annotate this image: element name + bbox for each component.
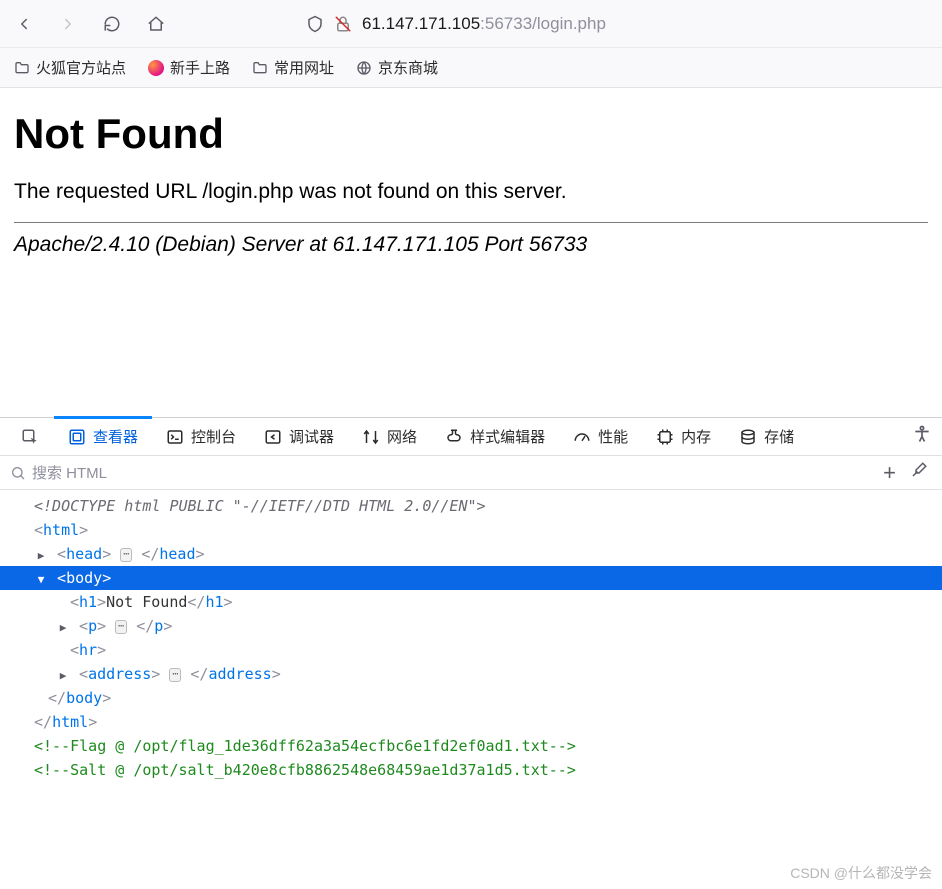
bookmark-label: 新手上路 [170, 57, 230, 78]
home-button[interactable] [142, 10, 170, 38]
tree-head[interactable]: ▶ <head> ⋯ </head> [0, 542, 942, 566]
devtools-panel: 查看器 控制台 调试器 网络 样式编辑器 性能 内存 存储 [0, 417, 942, 790]
tree-html-close[interactable]: </html> [0, 710, 942, 734]
watermark: CSDN @什么都没学会 [790, 863, 932, 883]
nav-back-button[interactable] [10, 10, 38, 38]
bookmark-item[interactable]: 新手上路 [148, 57, 230, 78]
devtools-tab-inspector[interactable]: 查看器 [54, 418, 152, 455]
folder-icon [252, 60, 268, 76]
devtools-tab-memory[interactable]: 内存 [642, 418, 725, 455]
html-tree[interactable]: <!DOCTYPE html PUBLIC "-//IETF//DTD HTML… [0, 490, 942, 790]
devtools-search-row: 搜索 HTML + [0, 456, 942, 490]
bookmark-label: 火狐官方站点 [36, 57, 126, 78]
devtools-tab-label: 存储 [764, 426, 794, 447]
server-signature: Apache/2.4.10 (Debian) Server at 61.147.… [14, 233, 928, 257]
tree-p[interactable]: ▶ <p> ⋯ </p> [0, 614, 942, 638]
devtools-tab-label: 网络 [387, 426, 417, 447]
devtools-toolbar-right [912, 418, 942, 455]
url-bar[interactable]: 61.147.171.105:56733/login.php [306, 14, 932, 34]
tree-body-open[interactable]: ▼ <body> [0, 566, 942, 590]
tree-doctype[interactable]: <!DOCTYPE html PUBLIC "-//IETF//DTD HTML… [0, 494, 942, 518]
devtools-tab-label: 控制台 [191, 426, 236, 447]
error-message: The requested URL /login.php was not fou… [14, 180, 928, 204]
tree-h1[interactable]: <h1>Not Found</h1> [0, 590, 942, 614]
globe-icon [356, 60, 372, 76]
browser-toolbar: 61.147.171.105:56733/login.php [0, 0, 942, 48]
spacer [0, 257, 942, 417]
accessibility-icon[interactable] [912, 424, 932, 449]
eyedropper-button[interactable] [910, 461, 928, 484]
bookmark-item[interactable]: 火狐官方站点 [14, 57, 126, 78]
devtools-search-actions: + [883, 460, 942, 486]
bookmark-item[interactable]: 京东商城 [356, 57, 438, 78]
element-picker-button[interactable] [6, 418, 54, 455]
devtools-tab-performance[interactable]: 性能 [559, 418, 642, 455]
devtools-tab-label: 内存 [681, 426, 711, 447]
tree-comment-salt[interactable]: <!--Salt @ /opt/salt_b420e8cfb8862548e68… [0, 758, 942, 782]
search-placeholder: 搜索 HTML [32, 462, 107, 483]
devtools-search-input[interactable]: 搜索 HTML [0, 462, 883, 483]
add-node-button[interactable]: + [883, 460, 896, 486]
url-port: :56733 [480, 14, 532, 34]
shield-icon [306, 15, 324, 33]
url-path: /login.php [532, 14, 606, 34]
tree-comment-flag[interactable]: <!--Flag @ /opt/flag_1de36dff62a3a54ecfb… [0, 734, 942, 758]
divider [14, 222, 928, 223]
devtools-tab-label: 样式编辑器 [470, 426, 545, 447]
devtools-tab-console[interactable]: 控制台 [152, 418, 250, 455]
error-heading: Not Found [14, 110, 928, 158]
firefox-icon [148, 60, 164, 76]
page-content: Not Found The requested URL /login.php w… [0, 88, 942, 257]
devtools-tab-network[interactable]: 网络 [348, 418, 431, 455]
devtools-tab-label: 性能 [598, 426, 628, 447]
devtools-tab-label: 查看器 [93, 426, 138, 447]
devtools-tab-style[interactable]: 样式编辑器 [431, 418, 559, 455]
tree-html-open[interactable]: <html> [0, 518, 942, 542]
bookmark-label: 京东商城 [378, 57, 438, 78]
tree-address[interactable]: ▶ <address> ⋯ </address> [0, 662, 942, 686]
url-host: 61.147.171.105 [362, 14, 480, 34]
url-text: 61.147.171.105:56733/login.php [362, 14, 606, 34]
reload-button[interactable] [98, 10, 126, 38]
bookmark-item[interactable]: 常用网址 [252, 57, 334, 78]
tree-body-close[interactable]: </body> [0, 686, 942, 710]
nav-forward-button[interactable] [54, 10, 82, 38]
bookmarks-bar: 火狐官方站点 新手上路 常用网址 京东商城 [0, 48, 942, 88]
devtools-tabs: 查看器 控制台 调试器 网络 样式编辑器 性能 内存 存储 [0, 418, 942, 456]
devtools-tab-debugger[interactable]: 调试器 [250, 418, 348, 455]
folder-icon [14, 60, 30, 76]
insecure-lock-icon [334, 15, 352, 33]
devtools-tab-storage[interactable]: 存储 [725, 418, 808, 455]
tree-hr[interactable]: <hr> [0, 638, 942, 662]
bookmark-label: 常用网址 [274, 57, 334, 78]
devtools-tab-label: 调试器 [289, 426, 334, 447]
